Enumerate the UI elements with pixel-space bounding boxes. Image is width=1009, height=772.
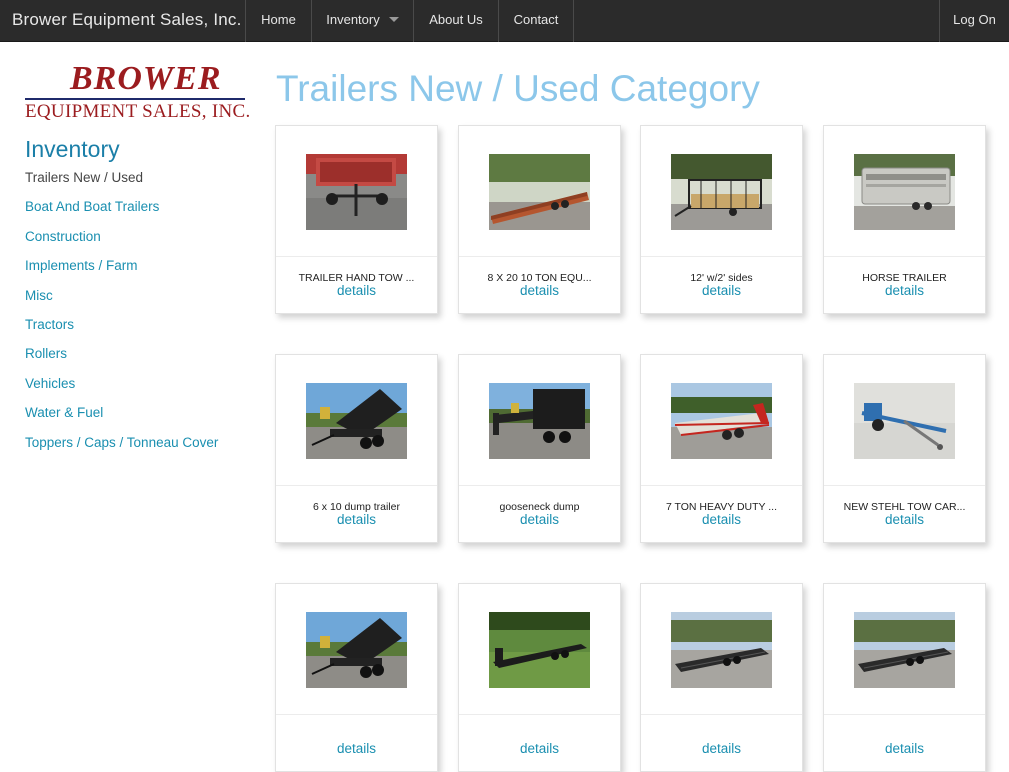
chevron-down-icon <box>388 17 399 23</box>
site-brand[interactable]: Brower Equipment Sales, Inc. <box>12 10 242 30</box>
product-card[interactable]: 7 TON HEAVY DUTY ... details <box>640 354 803 543</box>
nav-log-on-label: Log On <box>953 12 996 27</box>
details-link[interactable]: details <box>824 741 985 756</box>
nav-home[interactable]: Home <box>245 0 311 42</box>
sidebar-heading: Inventory <box>25 136 120 162</box>
product-image[interactable] <box>306 383 407 459</box>
card-divider <box>459 714 620 715</box>
card-divider <box>276 714 437 715</box>
card-divider <box>641 714 802 715</box>
product-card[interactable]: details <box>458 583 621 772</box>
product-card[interactable]: HORSE TRAILER details <box>823 125 986 314</box>
sidebar-item-implements[interactable]: Implements / Farm <box>25 258 138 273</box>
sidebar-item-construction[interactable]: Construction <box>25 229 101 244</box>
details-link[interactable]: details <box>276 512 437 527</box>
nav-about-label: About Us <box>429 12 483 27</box>
sidebar-item-tractors[interactable]: Tractors <box>25 317 74 332</box>
product-card[interactable]: gooseneck dump details <box>458 354 621 543</box>
card-divider <box>459 485 620 486</box>
sidebar-item-toppers[interactable]: Toppers / Caps / Tonneau Cover <box>25 435 218 450</box>
nav-contact-label: Contact <box>513 12 559 27</box>
logo-top-text: BROWER <box>70 60 222 97</box>
details-link[interactable]: details <box>276 741 437 756</box>
nav-log-on[interactable]: Log On <box>939 0 1009 42</box>
card-divider <box>824 714 985 715</box>
product-card[interactable]: NEW STEHL TOW CAR... details <box>823 354 986 543</box>
details-link[interactable]: details <box>641 512 802 527</box>
product-image[interactable] <box>854 383 955 459</box>
logo-divider <box>25 98 245 100</box>
details-link[interactable]: details <box>641 283 802 298</box>
nav-home-label: Home <box>261 12 296 27</box>
card-divider <box>276 256 437 257</box>
product-card[interactable]: TRAILER HAND TOW ... details <box>275 125 438 314</box>
product-image[interactable] <box>489 154 590 230</box>
card-divider <box>641 485 802 486</box>
company-logo[interactable]: BROWER EQUIPMENT SALES, INC. <box>25 58 251 124</box>
nav-contact[interactable]: Contact <box>498 0 574 42</box>
product-image[interactable] <box>854 154 955 230</box>
sidebar-item-vehicles[interactable]: Vehicles <box>25 376 75 391</box>
product-card[interactable]: details <box>640 583 803 772</box>
card-divider <box>276 485 437 486</box>
details-link[interactable]: details <box>276 283 437 298</box>
card-divider <box>459 256 620 257</box>
product-card[interactable]: details <box>275 583 438 772</box>
nav-inventory-label: Inventory <box>326 12 380 27</box>
details-link[interactable]: details <box>824 283 985 298</box>
product-image[interactable] <box>306 612 407 688</box>
logo-bottom-text: EQUIPMENT SALES, INC. <box>25 101 251 122</box>
product-card[interactable]: 12' w/2' sides details <box>640 125 803 314</box>
product-image[interactable] <box>489 612 590 688</box>
product-image[interactable] <box>306 154 407 230</box>
page-title: Trailers New / Used Category <box>276 68 760 109</box>
details-link[interactable]: details <box>641 741 802 756</box>
details-link[interactable]: details <box>459 512 620 527</box>
product-card[interactable]: 8 X 20 10 TON EQU... details <box>458 125 621 314</box>
product-image[interactable] <box>671 383 772 459</box>
card-divider <box>824 485 985 486</box>
details-link[interactable]: details <box>459 283 620 298</box>
sidebar-item-misc[interactable]: Misc <box>25 288 53 303</box>
product-card[interactable]: 6 x 10 dump trailer details <box>275 354 438 543</box>
sidebar-item-rollers[interactable]: Rollers <box>25 346 67 361</box>
product-image[interactable] <box>671 154 772 230</box>
sidebar-item-boats[interactable]: Boat And Boat Trailers <box>25 199 159 214</box>
product-image[interactable] <box>854 612 955 688</box>
product-card[interactable]: details <box>823 583 986 772</box>
product-image[interactable] <box>671 612 772 688</box>
nav-inventory[interactable]: Inventory <box>311 0 413 42</box>
sidebar-item-trailers: Trailers New / Used <box>25 170 144 185</box>
card-divider <box>824 256 985 257</box>
card-divider <box>641 256 802 257</box>
top-navbar: Brower Equipment Sales, Inc. Home Invent… <box>0 0 1009 42</box>
details-link[interactable]: details <box>824 512 985 527</box>
details-link[interactable]: details <box>459 741 620 756</box>
nav-about-us[interactable]: About Us <box>413 0 498 42</box>
sidebar-item-water-fuel[interactable]: Water & Fuel <box>25 405 103 420</box>
product-image[interactable] <box>489 383 590 459</box>
